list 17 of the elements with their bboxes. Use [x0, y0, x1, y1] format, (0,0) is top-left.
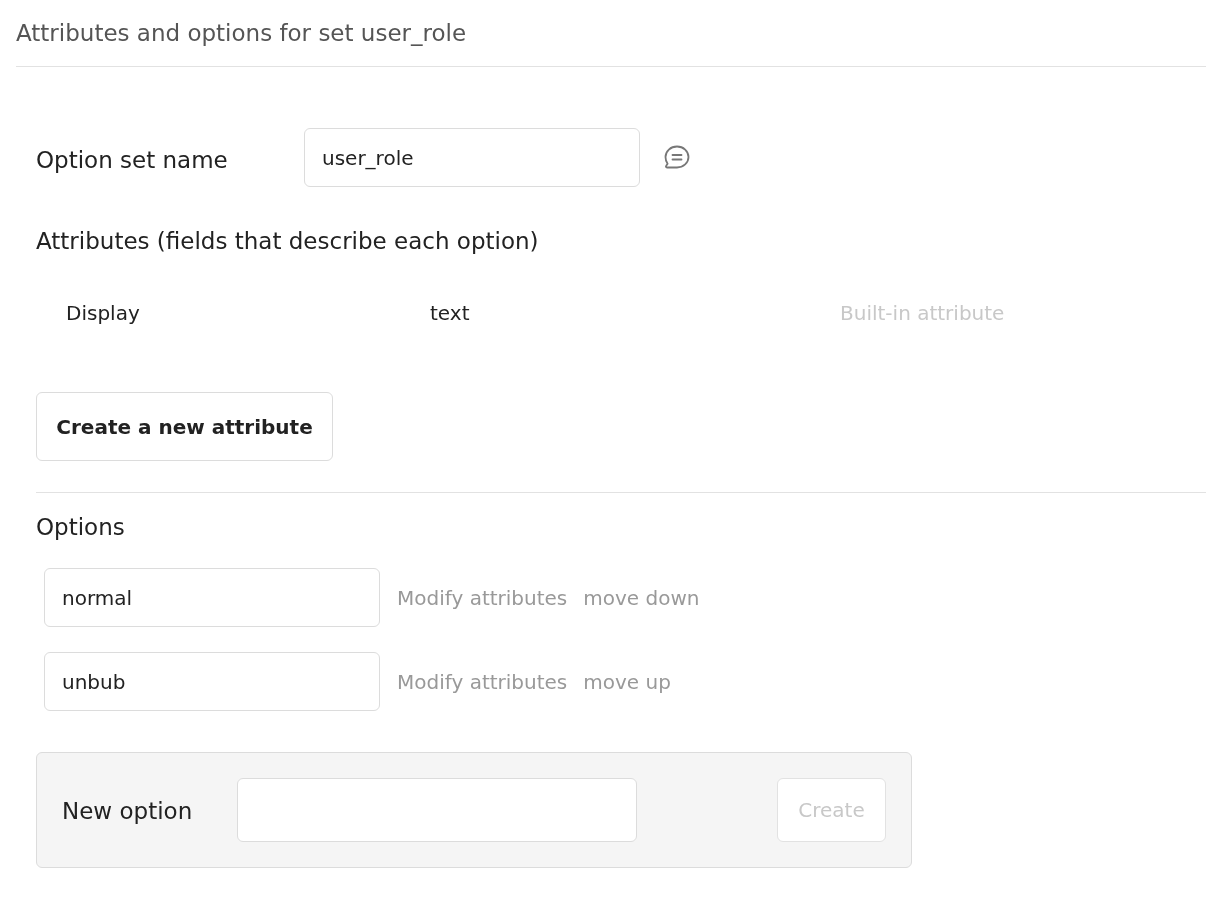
- attribute-type: text: [430, 300, 471, 327]
- section-heading: Options: [36, 513, 125, 542]
- create-attribute-button[interactable]: Create a new attribute: [36, 392, 333, 461]
- field-label: Option set name: [36, 145, 229, 175]
- option-set-name-field[interactable]: user_role: [304, 128, 640, 187]
- attribute-name: Display: [66, 300, 141, 327]
- modify-attributes-link[interactable]: Modify attributes: [397, 582, 568, 613]
- move-link[interactable]: move down: [583, 582, 700, 613]
- modify-attributes-link[interactable]: Modify attributes: [397, 666, 568, 697]
- comment-icon[interactable]: [664, 145, 690, 170]
- section-heading: Attributes (fields that describe each option): [36, 227, 539, 256]
- option-name-field[interactable]: normal: [44, 568, 380, 627]
- page-title: Attributes and options for set user_role: [16, 19, 467, 48]
- option-name-field[interactable]: unbub: [44, 652, 380, 711]
- move-link[interactable]: move up: [583, 666, 671, 697]
- new-option-label: New option: [62, 797, 194, 826]
- new-option-field[interactable]: [237, 778, 637, 842]
